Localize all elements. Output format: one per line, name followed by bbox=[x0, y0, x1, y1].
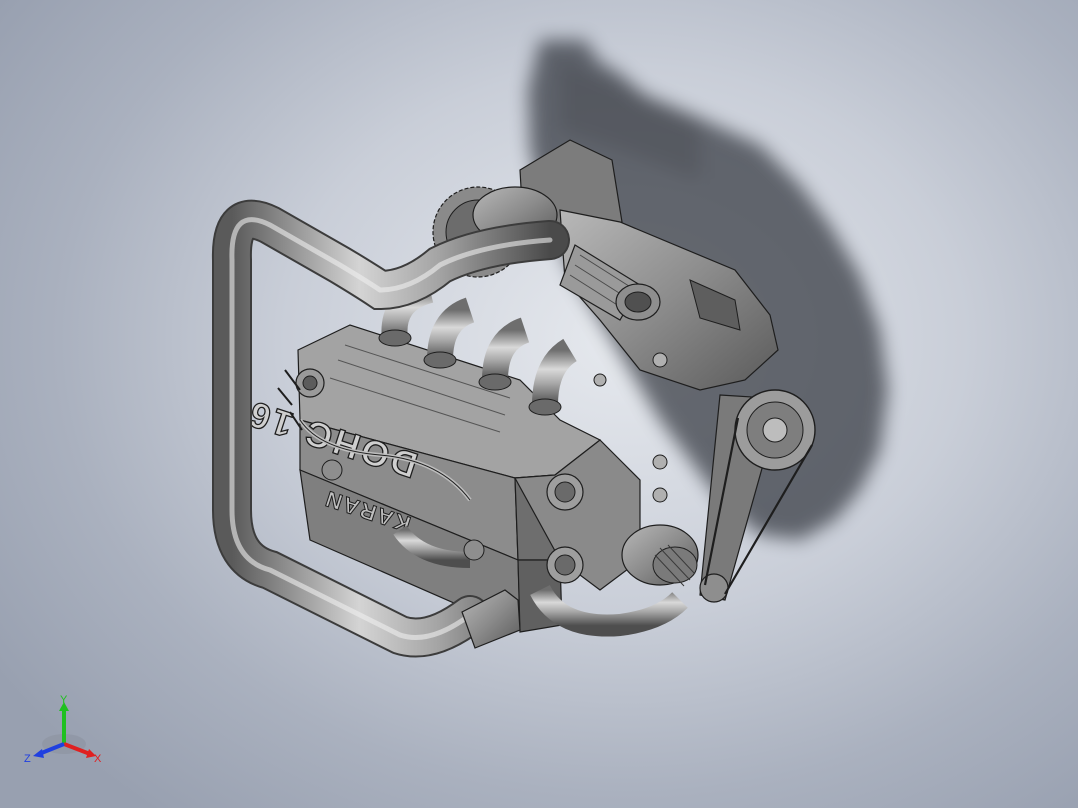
graphics-viewport[interactable]: DOHC 16V KARAN Y X Z bbox=[0, 0, 1078, 808]
triad-x-label: X bbox=[94, 753, 102, 765]
intake-runner-4 bbox=[532, 338, 578, 406]
triad-y-label: Y bbox=[60, 694, 68, 706]
triad-z-label: Z bbox=[24, 753, 31, 765]
alternator bbox=[621, 524, 699, 587]
engine-model[interactable]: DOHC 16V KARAN bbox=[0, 0, 1078, 808]
pulley-assembly bbox=[699, 389, 816, 603]
intake-runner-3 bbox=[482, 317, 530, 381]
reference-triad: Y X Z bbox=[24, 694, 102, 765]
